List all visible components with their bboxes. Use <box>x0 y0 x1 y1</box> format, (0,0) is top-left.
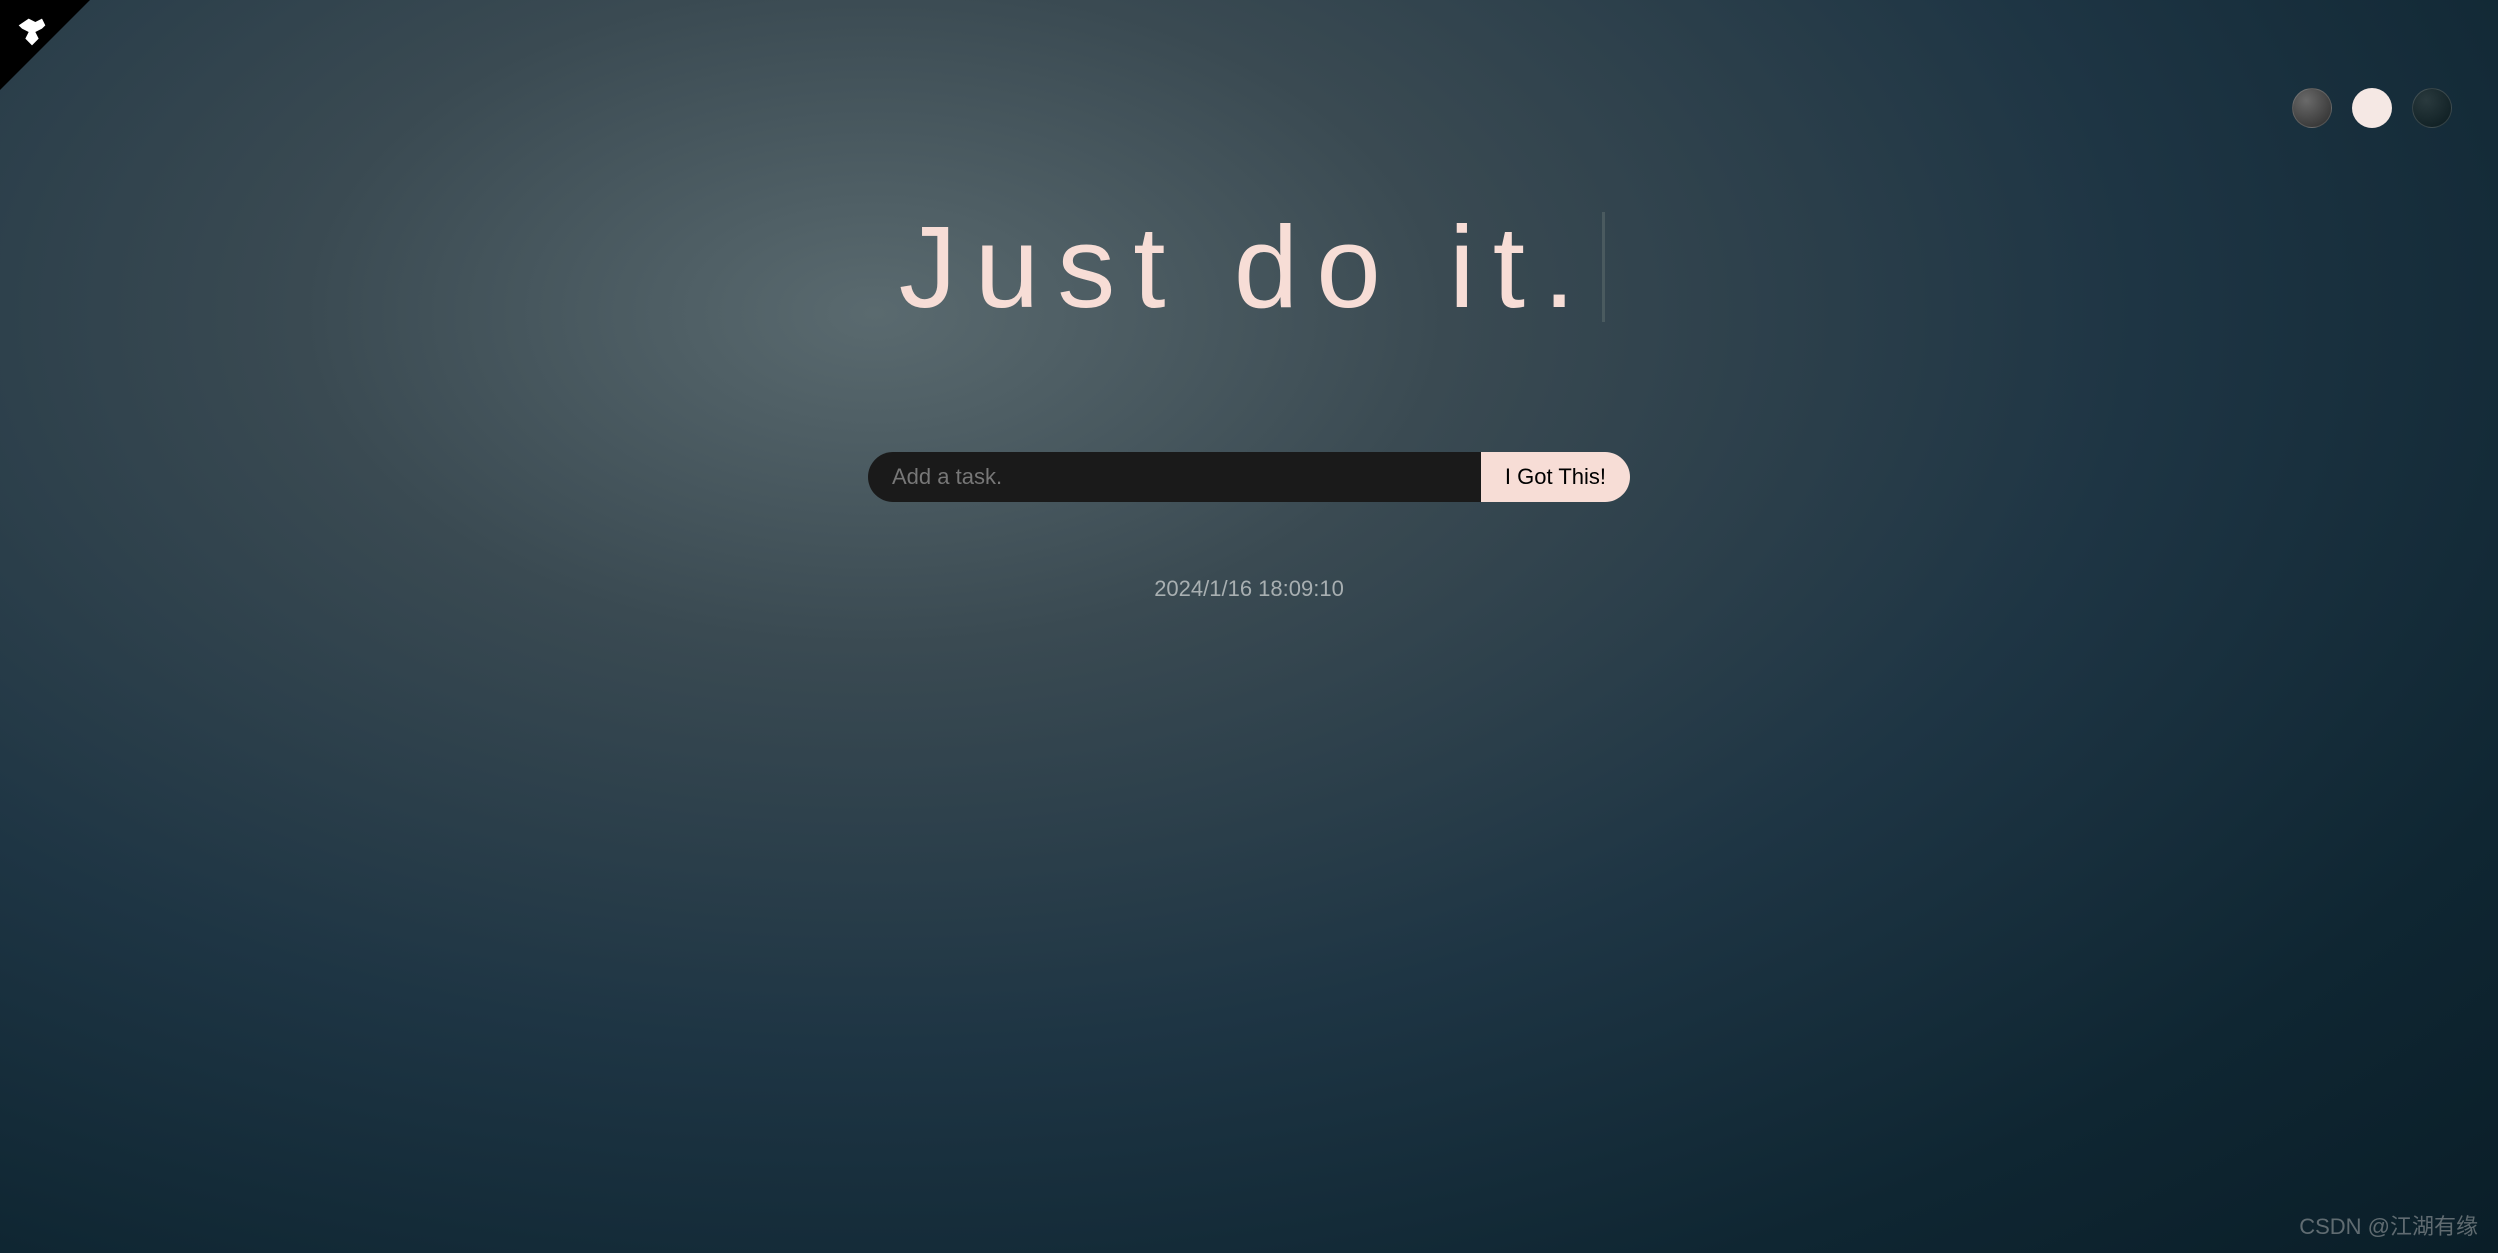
logo-icon[interactable] <box>12 12 52 52</box>
theme-switcher <box>2292 88 2452 128</box>
theme-option-dark[interactable] <box>2412 88 2452 128</box>
page-title: Just do it. <box>899 200 1599 334</box>
task-form: I Got This! <box>868 452 1630 502</box>
main-content: Just do it. I Got This! 2024/1/16 18:09:… <box>0 0 2498 602</box>
timestamp: 2024/1/16 18:09:10 <box>1154 576 1344 602</box>
theme-option-light[interactable] <box>2352 88 2392 128</box>
theme-option-gray[interactable] <box>2292 88 2332 128</box>
submit-task-button[interactable]: I Got This! <box>1481 452 1630 502</box>
task-input[interactable] <box>868 452 1481 502</box>
watermark: CSDN @江湖有缘 <box>2299 1209 2478 1241</box>
